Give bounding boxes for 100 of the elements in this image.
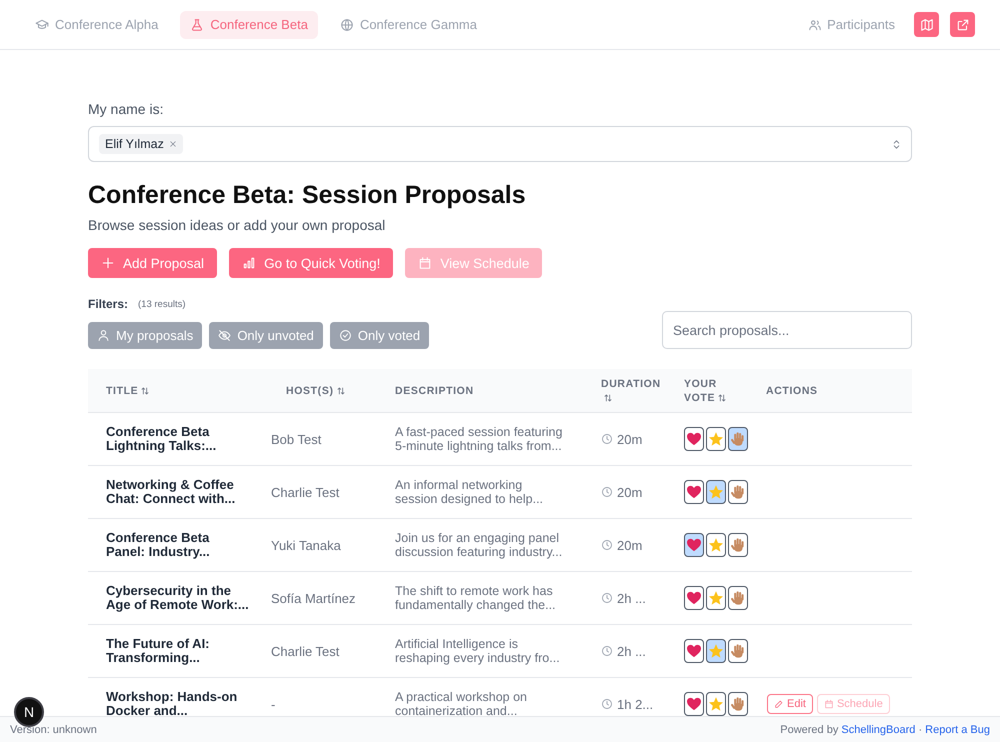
chevron-up-down-icon: [891, 138, 902, 150]
waving-hand-icon: [731, 591, 746, 605]
star-icon: [709, 697, 723, 711]
star-icon: [709, 432, 723, 446]
vote-button[interactable]: [728, 639, 748, 663]
host-column-header[interactable]: HOST(S): [286, 384, 345, 398]
check-circle-icon: [338, 329, 352, 342]
report-bug-link[interactable]: Report a Bug: [925, 724, 990, 736]
title-column-header[interactable]: TITLE: [106, 384, 150, 398]
conference-tab[interactable]: Conference Beta: [180, 10, 318, 38]
filter-button[interactable]: Only unvoted: [209, 322, 323, 349]
vote-column-header[interactable]: YOUR VOTE: [684, 376, 744, 404]
add-proposal-button[interactable]: Add Proposal: [88, 248, 218, 278]
session-title: Networking & Coffee Chat: Connect with...: [106, 478, 236, 506]
close-icon[interactable]: [168, 140, 177, 148]
vote-button[interactable]: [728, 692, 748, 716]
footer-credits: Powered by SchellingBoard · Report a Bug: [780, 724, 990, 736]
heart-icon: [686, 485, 701, 499]
map-button[interactable]: [914, 12, 939, 37]
session-title: Conference Beta Panel: Industry...: [106, 531, 211, 559]
sort-icon: [718, 394, 726, 402]
host-name: Sofía Martínez: [271, 590, 356, 606]
host-name: Charlie Test: [271, 644, 340, 658]
plus-icon: [101, 256, 115, 270]
vote-button[interactable]: [706, 480, 726, 504]
session-description: A practical workshop on containerization and...: [395, 690, 528, 718]
vote-button[interactable]: [706, 639, 726, 663]
heart-icon: [686, 591, 701, 605]
session-title: Conference Beta Lightning Talks:...: [106, 425, 218, 453]
map-icon: [920, 18, 934, 32]
filters-label: Filters:: [88, 297, 128, 311]
vote-button[interactable]: [684, 427, 704, 451]
host-name: -: [271, 696, 276, 712]
session-description: An informal networking session designed to help...: [395, 478, 544, 506]
eye-off-icon: [218, 329, 232, 342]
graduation-cap-icon: [35, 18, 49, 32]
session-title: Cybersecurity in the Age of Remote Work:...: [106, 584, 250, 612]
waving-hand-icon: [731, 644, 746, 658]
heart-icon: [686, 432, 701, 446]
vote-button[interactable]: [706, 692, 726, 716]
name-label: My name is:: [88, 100, 164, 118]
actions-column-header: ACTIONS: [766, 384, 818, 396]
name-tag[interactable]: Elif Yılmaz: [99, 134, 183, 154]
page-title: Conference Beta: Session Proposals: [88, 180, 527, 211]
quick-voting-button[interactable]: Go to Quick Voting!: [229, 248, 394, 278]
external-link-icon: [956, 18, 970, 32]
duration-value: 20m: [617, 484, 642, 500]
vote-button[interactable]: [684, 480, 704, 504]
clock-icon: [601, 592, 613, 604]
external-link-button[interactable]: [950, 12, 975, 37]
conference-tab[interactable]: Conference Alpha: [25, 10, 168, 38]
duration-value: 20m: [617, 432, 642, 446]
vote-button[interactable]: [706, 586, 726, 610]
dev-tools-badge[interactable]: N: [14, 697, 44, 727]
filter-button[interactable]: My proposals: [88, 322, 202, 349]
filter-button[interactable]: Only voted: [330, 322, 430, 349]
vote-button[interactable]: [706, 533, 726, 557]
vote-button[interactable]: [684, 692, 704, 716]
session-title: The Future of AI: Transforming...: [106, 637, 211, 665]
calendar-icon: [418, 256, 432, 270]
waving-hand-icon: [731, 485, 746, 499]
host-name: Yuki Tanaka: [271, 538, 341, 552]
participants-link[interactable]: Participants: [808, 10, 903, 38]
schellingboard-link[interactable]: SchellingBoard: [841, 724, 916, 736]
duration-value: 2h ...: [617, 644, 646, 658]
vote-button[interactable]: [684, 586, 704, 610]
page-subtitle: Browse session ideas or add your own proposal: [88, 216, 386, 235]
bar-chart-icon: [242, 256, 256, 270]
vote-button[interactable]: [728, 480, 748, 504]
star-icon: [709, 485, 723, 499]
duration-column-header[interactable]: DURATION: [601, 376, 662, 404]
session-description: Join us for an engaging panel discussion featuring industry...: [395, 531, 564, 559]
vote-button[interactable]: [706, 427, 726, 451]
vote-button[interactable]: [728, 586, 748, 610]
vote-button[interactable]: [684, 533, 704, 557]
clock-icon: [601, 645, 613, 657]
vote-button[interactable]: [728, 533, 748, 557]
flask-icon: [190, 18, 204, 32]
clock-icon: [601, 698, 613, 710]
host-name: Bob Test: [271, 432, 322, 446]
pencil-icon: [774, 699, 784, 709]
name-select[interactable]: Elif Yılmaz: [88, 126, 912, 162]
star-icon: [709, 538, 723, 552]
sort-icon: [336, 386, 345, 394]
vote-button[interactable]: [728, 427, 748, 451]
heart-icon: [686, 644, 701, 658]
heart-icon: [686, 538, 701, 552]
clock-icon: [601, 433, 613, 445]
calendar-icon: [824, 699, 834, 709]
sort-icon: [141, 386, 150, 394]
host-name: Charlie Test: [271, 484, 340, 500]
conference-tab[interactable]: Conference Gamma: [330, 10, 487, 38]
edit-button[interactable]: Edit: [767, 694, 813, 714]
people-icon: [808, 18, 822, 32]
results-count: (13 results): [138, 298, 186, 310]
search-field[interactable]: Search proposals...: [662, 311, 912, 349]
star-icon: [709, 591, 723, 605]
duration-value: 20m: [617, 538, 642, 552]
heart-icon: [686, 697, 701, 711]
vote-button[interactable]: [684, 639, 704, 663]
